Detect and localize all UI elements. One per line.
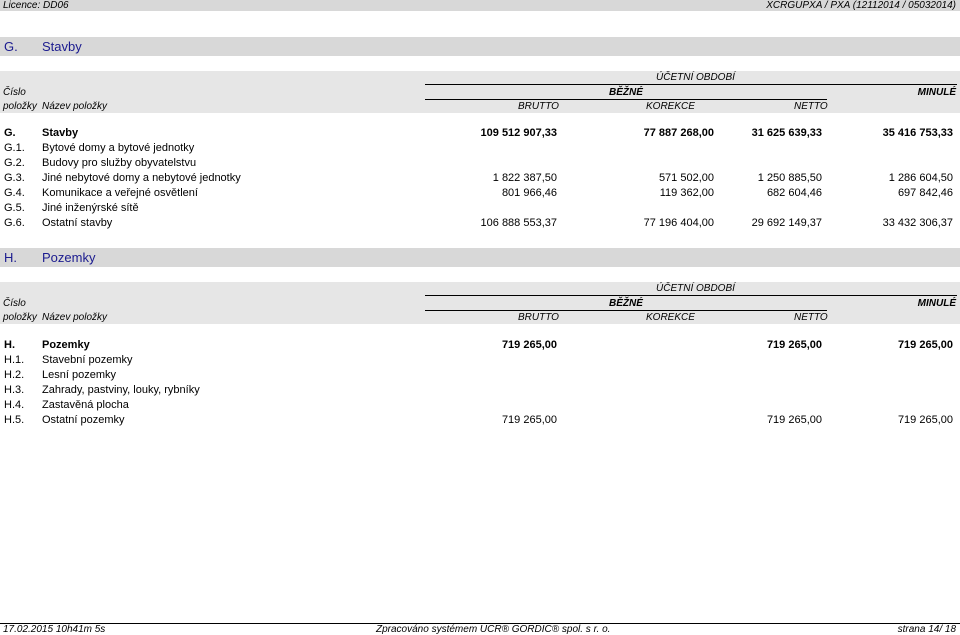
- row-name: Lesní pozemky: [42, 369, 116, 381]
- col-polozky: položky: [3, 312, 37, 323]
- section-code: G.: [4, 39, 18, 54]
- row-brutto: 106 888 553,37: [480, 217, 557, 229]
- col-bezne: BĚŽNÉ: [609, 298, 643, 309]
- row-minule: 719 265,00: [897, 339, 953, 351]
- footer-date: 17.02.2015 10h41m 5s: [3, 624, 106, 635]
- table-row: G.6. Ostatní stavby 106 888 553,37 77 196 4…: [0, 216, 960, 231]
- row-brutto: 719 265,00: [501, 339, 557, 351]
- row-minule: 35 416 753,33: [882, 127, 953, 139]
- footer-processed: Zpracováno systémem UCR® GORDIC® spol. s…: [376, 624, 611, 635]
- section-title-stavby: G. Stavby: [0, 37, 960, 56]
- licence-label: Licence: DD06: [3, 0, 69, 11]
- col-cislo: Číslo: [3, 87, 26, 98]
- table-row: H.1. Stavební pozemky: [0, 353, 960, 368]
- col-netto: NETTO: [794, 101, 828, 112]
- row-code: H.5.: [4, 414, 25, 426]
- col-brutto: BRUTTO: [518, 101, 559, 112]
- section-title-pozemky: H. Pozemky: [0, 248, 960, 267]
- column-header-pozemky: ÚČETNÍ OBDOBÍ Číslo BĚŽNÉ MINULÉ položky…: [0, 282, 960, 324]
- row-code: G.5.: [4, 202, 25, 214]
- row-code: H.: [4, 339, 15, 351]
- table-row: H.2. Lesní pozemky: [0, 368, 960, 383]
- row-code: G.3.: [4, 172, 25, 184]
- row-name: Pozemky: [42, 339, 90, 351]
- row-name: Stavební pozemky: [42, 354, 133, 366]
- row-name: Zastavěná plocha: [42, 399, 129, 411]
- header-rule: [425, 295, 957, 296]
- row-netto: 31 625 639,33: [751, 127, 822, 139]
- row-code: H.1.: [4, 354, 25, 366]
- row-code: G.4.: [4, 187, 25, 199]
- row-brutto: 1 822 387,50: [492, 172, 557, 184]
- header-rule: [425, 99, 827, 100]
- row-name: Budovy pro služby obyvatelstvu: [42, 157, 197, 169]
- column-header-stavby: ÚČETNÍ OBDOBÍ Číslo BĚŽNÉ MINULÉ položky…: [0, 71, 960, 113]
- row-name: Ostatní pozemky: [42, 414, 125, 426]
- table-row: G.1. Bytové domy a bytové jednotky: [0, 141, 960, 156]
- col-minule: MINULÉ: [917, 87, 956, 98]
- row-minule: 697 842,46: [897, 187, 953, 199]
- table-row: G. Stavby 109 512 907,33 77 887 268,00 31 62…: [0, 126, 960, 141]
- header-rule: [425, 84, 957, 85]
- row-name: Jiné inženýrské sítě: [42, 202, 139, 214]
- header-rule: [425, 310, 827, 311]
- col-nazev: Název položky: [42, 312, 108, 323]
- row-netto: 719 265,00: [766, 339, 822, 351]
- row-korekce: 571 502,00: [658, 172, 714, 184]
- row-brutto: 109 512 907,33: [480, 127, 557, 139]
- table-row: H.5. Ostatní pozemky 719 265,00 719 265,00 7…: [0, 413, 960, 428]
- col-cislo: Číslo: [3, 298, 26, 309]
- row-name: Ostatní stavby: [42, 217, 113, 229]
- col-netto: NETTO: [794, 312, 828, 323]
- table-row: H.3. Zahrady, pastviny, louky, rybníky: [0, 383, 960, 398]
- col-korekce: KOREKCE: [646, 101, 695, 112]
- row-netto: 1 250 885,50: [757, 172, 822, 184]
- row-netto: 29 692 149,37: [751, 217, 822, 229]
- row-code: H.4.: [4, 399, 25, 411]
- row-name: Jiné nebytové domy a nebytové jednotky: [42, 172, 241, 184]
- col-polozky: položky: [3, 101, 37, 112]
- header-bar: Licence: DD06 XCRGUPXA / PXA (12112014 /…: [0, 0, 960, 11]
- footer-page: strana 14/ 18: [897, 624, 956, 635]
- footer-bar: 17.02.2015 10h41m 5s Zpracováno systémem…: [0, 623, 960, 635]
- table-row: G.5. Jiné inženýrské sítě: [0, 201, 960, 216]
- row-korekce: 119 362,00: [659, 187, 714, 199]
- row-code: G.2.: [4, 157, 25, 169]
- row-name: Komunikace a veřejné osvětlení: [42, 187, 198, 199]
- row-code: H.3.: [4, 384, 25, 396]
- row-korekce: 77 887 268,00: [643, 127, 714, 139]
- col-period: ÚČETNÍ OBDOBÍ: [656, 72, 735, 83]
- row-code: H.2.: [4, 369, 25, 381]
- row-brutto: 719 265,00: [501, 414, 557, 426]
- col-period: ÚČETNÍ OBDOBÍ: [656, 283, 735, 294]
- row-minule: 719 265,00: [897, 414, 953, 426]
- col-bezne: BĚŽNÉ: [609, 87, 643, 98]
- section-name: Stavby: [42, 39, 82, 54]
- row-code: G.1.: [4, 142, 25, 154]
- row-name: Zahrady, pastviny, louky, rybníky: [42, 384, 200, 396]
- row-brutto: 801 966,46: [501, 187, 557, 199]
- row-minule: 33 432 306,37: [882, 217, 953, 229]
- row-code: G.6.: [4, 217, 25, 229]
- col-nazev: Název položky: [42, 101, 108, 112]
- row-minule: 1 286 604,50: [888, 172, 953, 184]
- table-row: G.3. Jiné nebytové domy a nebytové jednot…: [0, 171, 960, 186]
- row-netto: 682 604,46: [766, 187, 822, 199]
- col-brutto: BRUTTO: [518, 312, 559, 323]
- row-netto: 719 265,00: [766, 414, 822, 426]
- row-name: Bytové domy a bytové jednotky: [42, 142, 195, 154]
- col-korekce: KOREKCE: [646, 312, 695, 323]
- version-label: XCRGUPXA / PXA (12112014 / 05032014): [766, 0, 956, 11]
- table-row: G.2. Budovy pro služby obyvatelstvu: [0, 156, 960, 171]
- section-code: H.: [4, 250, 17, 265]
- row-korekce: 77 196 404,00: [643, 217, 714, 229]
- table-row: H.4. Zastavěná plocha: [0, 398, 960, 413]
- table-row: G.4. Komunikace a veřejné osvětlení 801 96…: [0, 186, 960, 201]
- row-code: G.: [4, 127, 16, 139]
- col-minule: MINULÉ: [917, 298, 956, 309]
- row-name: Stavby: [42, 127, 79, 139]
- table-row: H. Pozemky 719 265,00 719 265,00 719 265,00: [0, 338, 960, 353]
- section-name: Pozemky: [42, 250, 96, 265]
